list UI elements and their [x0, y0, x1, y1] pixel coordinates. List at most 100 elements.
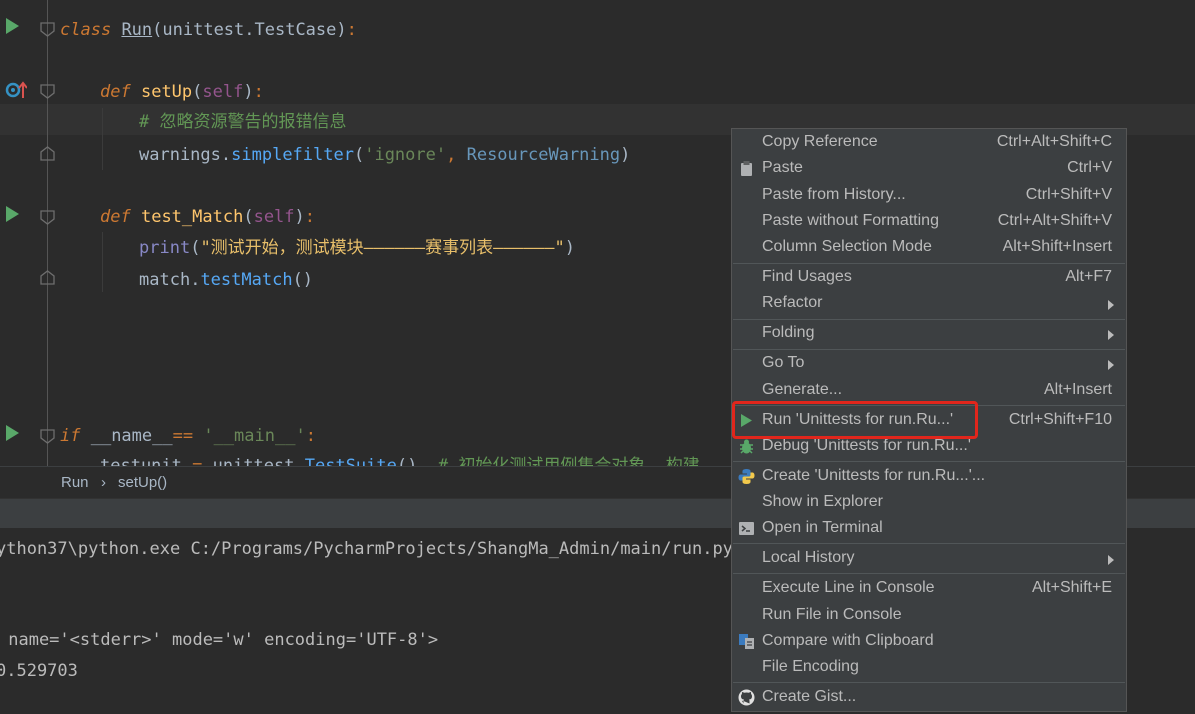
menu-item-execute-line-in-console[interactable]: Execute Line in Console Alt+Shift+E: [732, 576, 1126, 602]
code-line: def setUp(self):: [100, 79, 264, 105]
builtin-function: print: [139, 238, 191, 258]
github-icon: [738, 689, 755, 706]
string-literal: "测试开始，测试模块——————赛事列表——————": [200, 238, 565, 258]
code-line: def test_Match(self):: [100, 204, 315, 230]
fold-icon[interactable]: [40, 22, 55, 37]
menu-item-shortcut: Ctrl+Alt+Shift+V: [997, 212, 1112, 229]
menu-item-paste[interactable]: Paste Ctrl+V: [732, 156, 1126, 182]
menu-item-shortcut: Ctrl+V: [1067, 159, 1112, 176]
submenu-arrow-icon: [1108, 555, 1114, 565]
menu-separator: [733, 319, 1125, 320]
menu-item-shortcut: Ctrl+Shift+V: [1025, 186, 1112, 203]
menu-item-compare-with-clipboard[interactable]: Compare with Clipboard: [732, 629, 1126, 655]
menu-item-shortcut: Alt+F7: [1065, 268, 1112, 285]
keyword: if: [60, 426, 81, 446]
menu-item-label: Go To: [762, 354, 805, 371]
menu-item-go-to[interactable]: Go To: [732, 351, 1126, 377]
compare-icon: [739, 634, 754, 649]
overrides-method-icon[interactable]: [5, 80, 27, 100]
paren: (: [192, 82, 203, 102]
code-line: if __name__== '__main__':: [60, 423, 316, 449]
menu-item-label: Column Selection Mode: [762, 238, 932, 255]
paren: ): [564, 238, 575, 258]
menu-item-copy-reference[interactable]: Copy Reference Ctrl+Alt+Shift+C: [732, 130, 1126, 156]
menu-item-column-selection-mode[interactable]: Column Selection Mode Alt+Shift+Insert: [732, 235, 1126, 261]
menu-item-open-in-terminal[interactable]: Open in Terminal: [732, 516, 1126, 542]
dot: .: [294, 456, 305, 466]
menu-item-label: File Encoding: [762, 658, 859, 675]
editor-context-menu: Copy Reference Ctrl+Alt+Shift+C Paste Ct…: [731, 128, 1127, 712]
run-test-icon[interactable]: [6, 206, 19, 222]
menu-item-label: Debug 'Unittests for run.Ru...': [762, 437, 971, 454]
keyword: def: [100, 207, 131, 227]
menu-item-create-unittests[interactable]: Create 'Unittests for run.Ru...'...: [732, 464, 1126, 490]
indent-guide: [102, 232, 103, 292]
keyword: def: [100, 82, 131, 102]
menu-item-shortcut: Ctrl+Alt+Shift+C: [996, 133, 1112, 150]
string-literal: 'ignore': [364, 145, 447, 165]
paren: ): [294, 207, 305, 227]
menu-item-label: Generate...: [762, 381, 843, 398]
breadcrumb-method[interactable]: setUp(): [118, 474, 167, 491]
menu-separator: [733, 461, 1125, 462]
menu-item-label: Compare with Clipboard: [762, 632, 934, 649]
keyword: class: [60, 20, 112, 40]
fold-icon[interactable]: [40, 84, 55, 99]
menu-item-label: Execute Line in Console: [762, 579, 935, 596]
menu-item-folding[interactable]: Folding: [732, 321, 1126, 347]
self-param: self: [253, 207, 295, 227]
operator: =: [181, 456, 213, 466]
menu-item-label: Folding: [762, 324, 815, 341]
comment: # 初始化测试用例集合对象 构建: [437, 456, 700, 466]
menu-item-label: Refactor: [762, 294, 823, 311]
menu-item-label: Show in Explorer: [762, 493, 883, 510]
menu-item-label: Open in Terminal: [762, 519, 883, 536]
menu-item-label: Copy Reference: [762, 133, 878, 150]
menu-item-label: Find Usages: [762, 268, 852, 285]
fold-icon[interactable]: [40, 429, 55, 444]
breadcrumb-class[interactable]: Run: [61, 474, 89, 491]
console-line: name='<stderr>' mode='w' encoding='UTF-8…: [0, 630, 439, 650]
run-class-icon[interactable]: [6, 18, 19, 34]
fold-end-icon[interactable]: [40, 270, 55, 285]
fold-end-icon[interactable]: [40, 146, 55, 161]
paren: (): [396, 456, 418, 466]
menu-item-show-in-explorer[interactable]: Show in Explorer: [732, 490, 1126, 516]
run-main-icon[interactable]: [6, 425, 19, 441]
dot: .: [220, 145, 232, 165]
indent-guide: [102, 108, 103, 170]
menu-item-local-history[interactable]: Local History: [732, 546, 1126, 572]
menu-item-run-file-in-console[interactable]: Run File in Console: [732, 603, 1126, 629]
comment: # 忽略资源警告的报错信息: [139, 112, 347, 132]
menu-separator: [733, 349, 1125, 350]
menu-item-file-encoding[interactable]: File Encoding: [732, 655, 1126, 681]
menu-item-paste-from-history[interactable]: Paste from History... Ctrl+Shift+V: [732, 183, 1126, 209]
debug-icon: [740, 439, 753, 454]
code-line: testunit = unittest.TestSuite() # 初始化测试用…: [100, 453, 700, 466]
console-line: 0.529703: [0, 661, 78, 681]
builtin-class: ResourceWarning: [466, 145, 621, 165]
base-class: (unittest.TestCase): [152, 20, 347, 40]
menu-item-create-gist[interactable]: Create Gist...: [732, 685, 1126, 711]
submenu-arrow-icon: [1108, 300, 1114, 310]
terminal-icon: [739, 522, 754, 535]
menu-item-refactor[interactable]: Refactor: [732, 291, 1126, 317]
paren: ): [620, 145, 631, 165]
menu-item-shortcut: Alt+Shift+Insert: [1002, 238, 1112, 255]
menu-item-shortcut: Ctrl+Shift+F10: [1008, 411, 1112, 428]
menu-item-shortcut: Alt+Insert: [1043, 381, 1112, 398]
annotation-highlight-box: [732, 401, 978, 439]
colon: :: [253, 82, 264, 102]
python-icon: [738, 469, 755, 484]
code-line: match.testMatch(): [139, 267, 313, 293]
function-name: test_Match: [140, 207, 244, 227]
menu-item-find-usages[interactable]: Find Usages Alt+F7: [732, 265, 1126, 291]
fold-icon[interactable]: [40, 210, 55, 225]
submenu-arrow-icon: [1108, 360, 1114, 370]
menu-item-label: Create 'Unittests for run.Ru...'...: [762, 467, 986, 484]
menu-item-paste-without-formatting[interactable]: Paste without Formatting Ctrl+Alt+Shift+…: [732, 209, 1126, 235]
paren: (: [353, 145, 365, 165]
menu-item-label: Paste: [762, 159, 803, 176]
menu-item-label: Local History: [762, 549, 855, 566]
